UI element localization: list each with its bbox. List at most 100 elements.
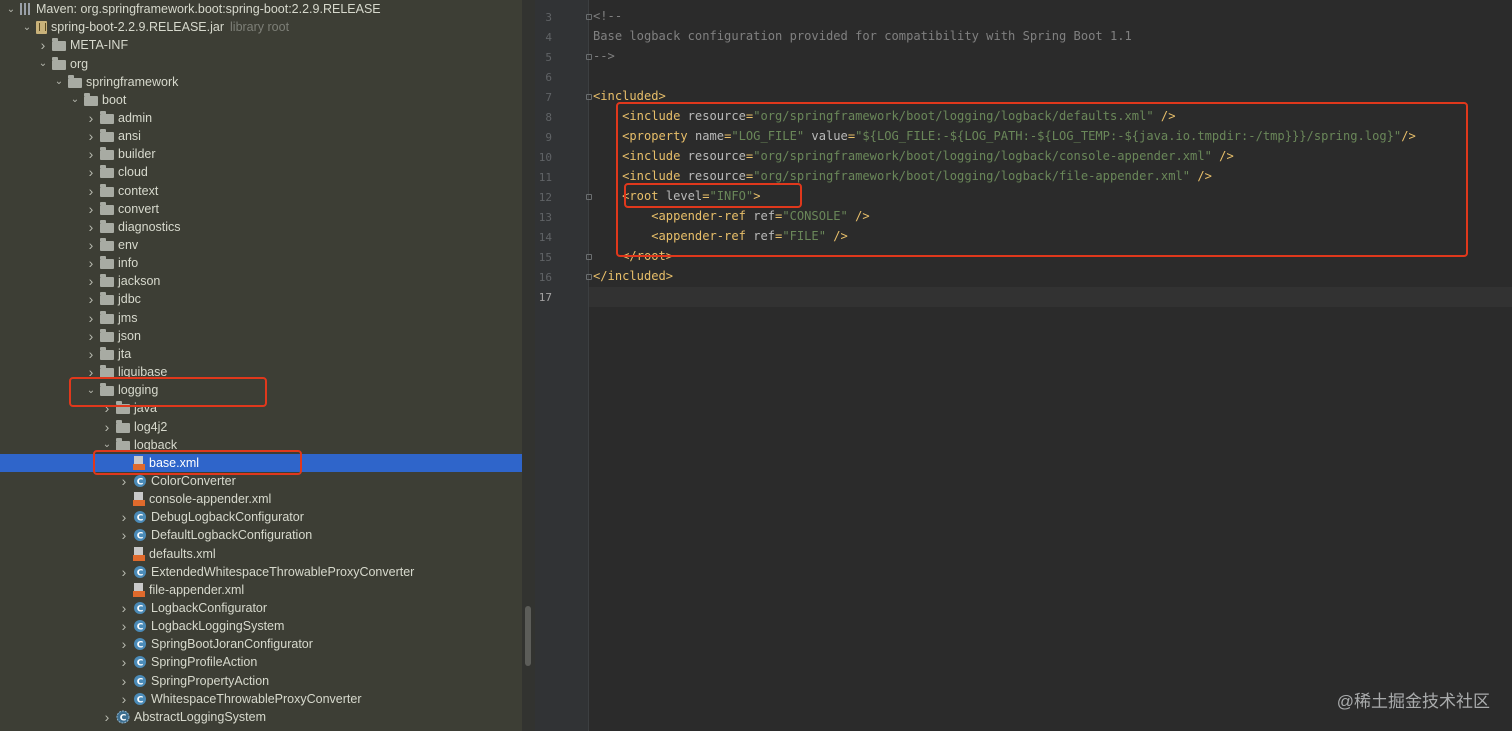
code-line: <included> [593,89,666,103]
chevron-down-icon[interactable]: ⌄ [84,385,98,396]
folder-icon [52,38,66,52]
chevron-right-icon[interactable]: › [84,291,98,307]
chevron-right-icon[interactable]: › [84,364,98,380]
chevron-right-icon[interactable]: › [100,419,114,435]
tree-item-debuglogbackconfigurator[interactable]: › C DebugLogbackConfigurator [0,508,522,526]
chevron-right-icon[interactable]: › [84,219,98,235]
tree-item-info[interactable]: › info [0,254,522,272]
project-tree-scrollbar-thumb[interactable] [525,606,531,666]
xml-file-icon [133,492,145,507]
tree-item-label: SpringBootJoranConfigurator [151,637,313,652]
tree-item-jdbc[interactable]: › jdbc [0,290,522,308]
tree-item-admin[interactable]: › admin [0,109,522,127]
tree-item-log4j2[interactable]: › log4j2 [0,417,522,435]
fold-marker-icon[interactable] [586,274,592,280]
tree-item-abstractloggingsystem[interactable]: › C AbstractLoggingSystem [0,708,522,726]
tree-item-label: SpringPropertyAction [151,673,270,688]
tree-item-logback[interactable]: ⌄ logback [0,436,522,454]
chevron-right-icon[interactable]: › [84,146,98,162]
tree-item-java[interactable]: › java [0,399,522,417]
chevron-right-icon[interactable]: › [117,509,131,525]
fold-marker-icon[interactable] [586,194,592,200]
chevron-right-icon[interactable]: › [84,110,98,126]
chevron-right-icon[interactable]: › [117,600,131,616]
tree-item-convert[interactable]: › convert [0,200,522,218]
chevron-right-icon[interactable]: › [117,564,131,580]
tree-item-label: jms [118,310,138,325]
fold-marker-icon[interactable] [586,14,592,20]
chevron-down-icon[interactable]: ⌄ [68,94,82,105]
folder-icon [100,219,114,233]
chevron-right-icon[interactable]: › [84,273,98,289]
tree-item-spring-boot-2-2-9-release-jar[interactable]: ⌄ spring-boot-2.2.9.RELEASE.jar library ro… [0,18,522,36]
tree-item-base-xml[interactable]: base.xml [0,453,522,472]
tree-item-logbackconfigurator[interactable]: › C LogbackConfigurator [0,599,522,617]
chevron-right-icon[interactable]: › [117,654,131,670]
chevron-right-icon[interactable]: › [84,164,98,180]
watermark: @稀土掘金技术社区 [1336,692,1490,711]
chevron-right-icon[interactable]: › [117,527,131,543]
chevron-right-icon[interactable]: › [84,183,98,199]
chevron-right-icon[interactable]: › [84,328,98,344]
tree-item-jackson[interactable]: › jackson [0,272,522,290]
tree-item-jta[interactable]: › jta [0,345,522,363]
chevron-down-icon[interactable]: ⌄ [4,4,18,15]
tree-item-file-appender-xml[interactable]: file-appender.xml [0,581,522,599]
folder-icon [100,346,114,360]
tree-item-label: env [118,238,139,252]
chevron-right-icon[interactable]: › [84,237,98,253]
chevron-right-icon[interactable]: › [36,37,50,53]
chevron-down-icon[interactable]: ⌄ [52,76,66,87]
tree-item-maven-org-springframework-boot-spring-boot-2-2-9-release[interactable]: ⌄ Maven: org.springframework.boot:spring-… [0,0,522,18]
chevron-right-icon[interactable]: › [84,310,98,326]
svg-text:C: C [137,477,144,487]
class-icon: C [133,692,147,706]
chevron-right-icon[interactable]: › [84,201,98,217]
code-line: Base logback configuration provided for … [593,29,1132,43]
tree-item-env[interactable]: › env [0,236,522,254]
chevron-right-icon[interactable]: › [117,691,131,707]
tree-item-defaults-xml[interactable]: defaults.xml [0,545,522,563]
tree-item-colorconverter[interactable]: › C ColorConverter [0,472,522,490]
tree-item-meta-inf[interactable]: › META-INF [0,36,522,54]
tree-item-springframework[interactable]: ⌄ springframework [0,73,522,91]
tree-item-logbackloggingsystem[interactable]: › C LogbackLoggingSystem [0,617,522,635]
chevron-right-icon[interactable]: › [84,346,98,362]
tree-item-builder[interactable]: › builder [0,145,522,163]
class-icon: C [133,510,147,524]
chevron-right-icon[interactable]: › [100,709,114,725]
chevron-right-icon[interactable]: › [117,673,131,689]
tree-item-context[interactable]: › context [0,182,522,200]
chevron-down-icon[interactable]: ⌄ [36,58,50,69]
current-line-highlight [589,287,1512,307]
tree-item-json[interactable]: › json [0,327,522,345]
tree-item-liquibase[interactable]: › liquibase [0,363,522,381]
tree-item-springprofileaction[interactable]: › C SpringProfileAction [0,653,522,671]
chevron-down-icon[interactable]: ⌄ [100,439,114,450]
tree-item-console-appender-xml[interactable]: console-appender.xml [0,490,522,508]
tree-item-ansi[interactable]: › ansi [0,127,522,145]
chevron-right-icon[interactable]: › [117,618,131,634]
chevron-right-icon[interactable]: › [84,255,98,271]
tree-item-label: Maven: org.springframework.boot:spring-b… [36,2,381,17]
chevron-down-icon[interactable]: ⌄ [20,22,34,33]
tree-item-springbootjoranconfigurator[interactable]: › C SpringBootJoranConfigurator [0,635,522,653]
tree-item-diagnostics[interactable]: › diagnostics [0,218,522,236]
tree-item-boot[interactable]: ⌄ boot [0,91,522,109]
chevron-right-icon[interactable]: › [117,636,131,652]
tree-item-jms[interactable]: › jms [0,309,522,327]
tree-item-extendedwhitespacethrowableproxyconverter[interactable]: › C ExtendedWhitespaceThrowableProxyConver… [0,563,522,581]
tree-item-org[interactable]: ⌄ org [0,54,522,72]
abstract-class-icon: C [116,710,130,724]
tree-item-whitespacethrowableproxyconverter[interactable]: › C WhitespaceThrowableProxyConverter [0,690,522,708]
tree-item-springpropertyaction[interactable]: › C SpringPropertyAction [0,672,522,690]
tree-item-logging[interactable]: ⌄ logging [0,381,522,399]
fold-marker-icon[interactable] [586,94,592,100]
tree-item-defaultlogbackconfiguration[interactable]: › C DefaultLogbackConfiguration [0,526,522,544]
chevron-right-icon[interactable]: › [84,128,98,144]
fold-marker-icon[interactable] [586,54,592,60]
fold-marker-icon[interactable] [586,254,592,260]
chevron-right-icon[interactable]: › [117,473,131,489]
tree-item-cloud[interactable]: › cloud [0,163,522,181]
chevron-right-icon[interactable]: › [100,400,114,416]
